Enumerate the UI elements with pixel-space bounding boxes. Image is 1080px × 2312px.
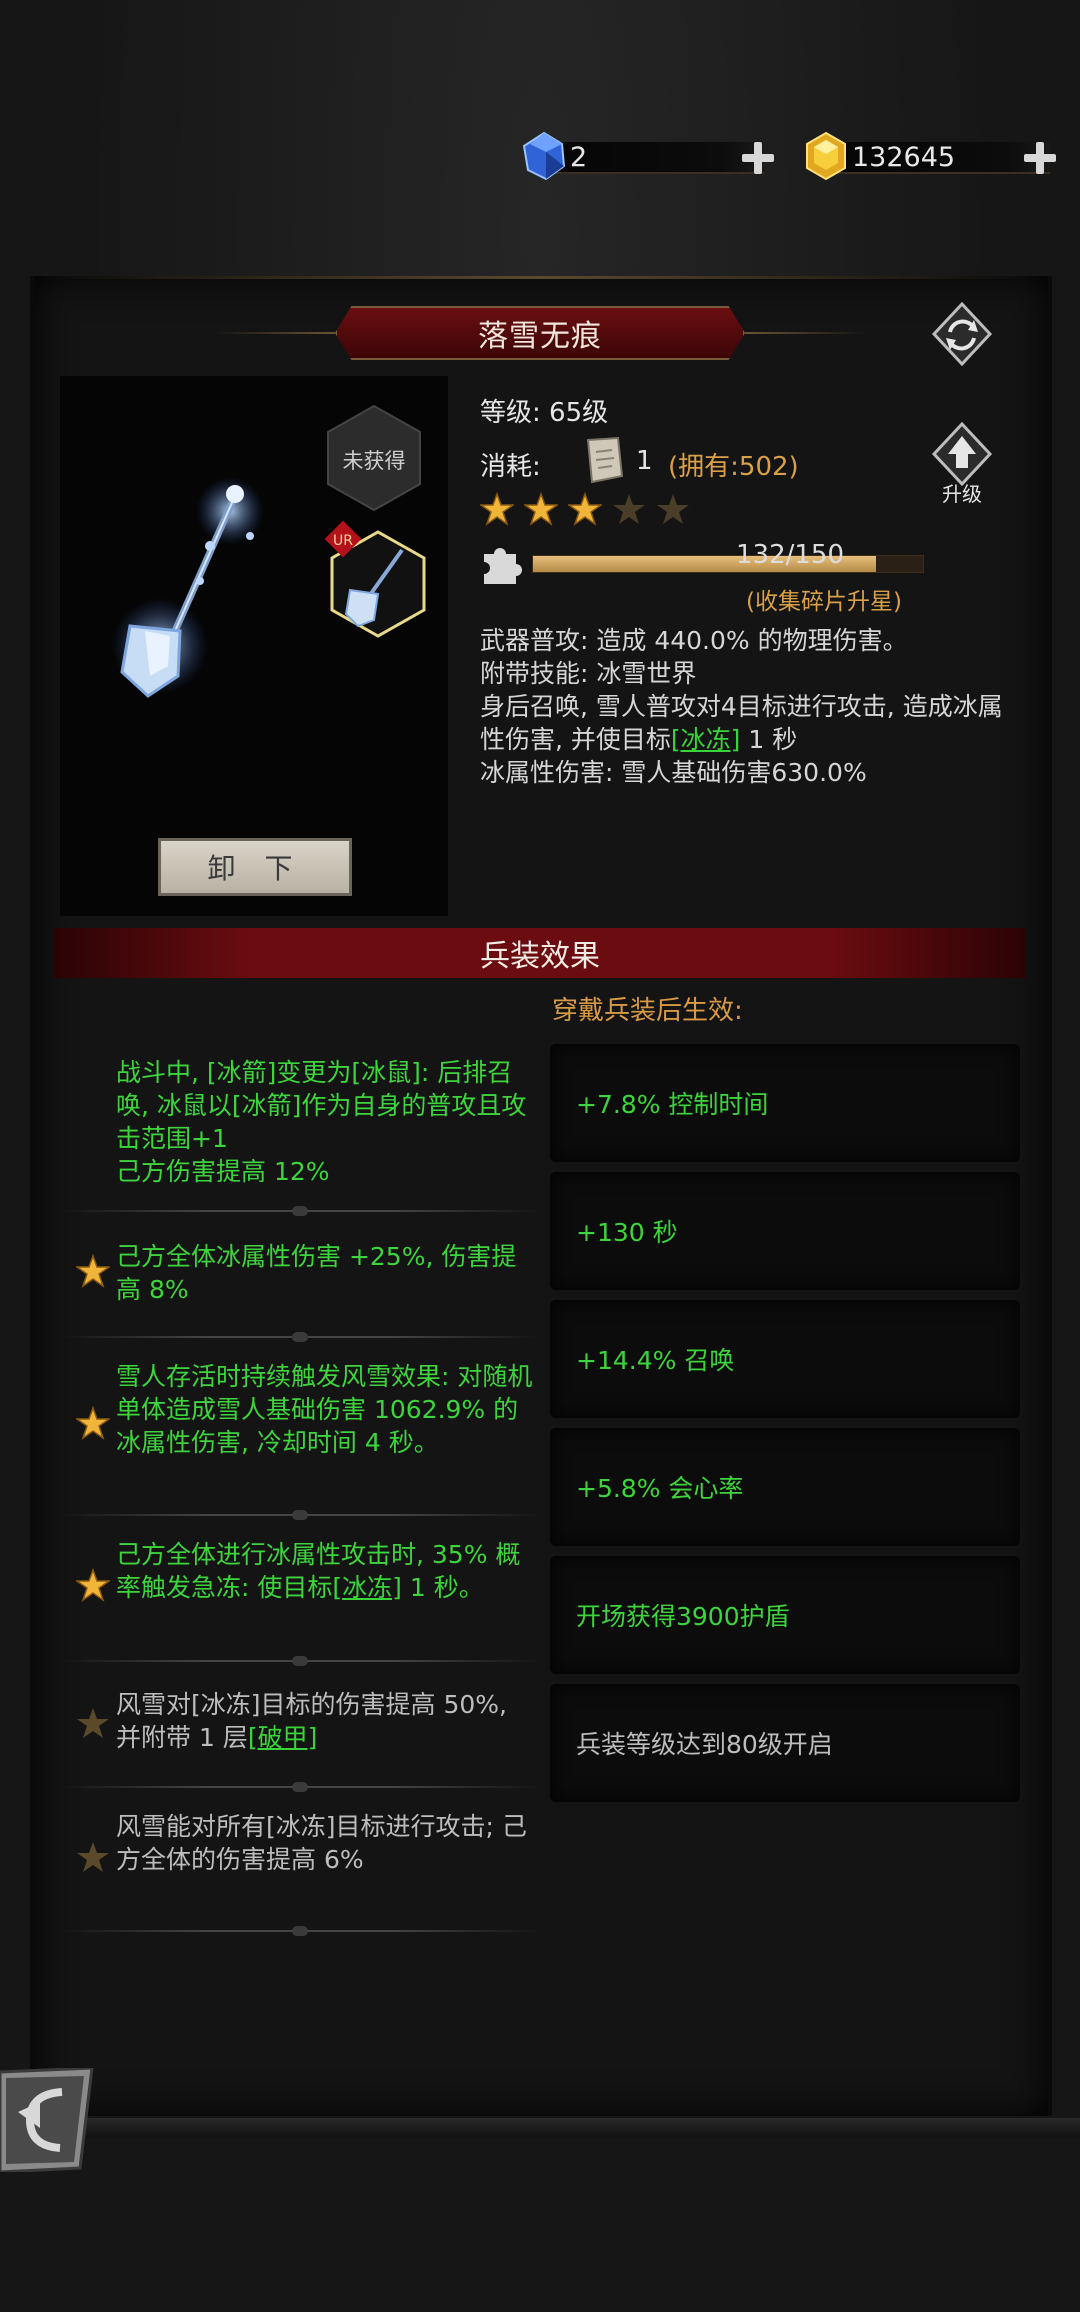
armor-break-link[interactable]: [破甲]	[248, 1723, 318, 1752]
shard-scroll-icon	[586, 436, 624, 484]
effect-text: 己方全体进行冰属性攻击时, 35% 概率触发急冻: 使目标[冰冻] 1 秒。	[116, 1538, 536, 1604]
freeze-link[interactable]: 冰冻]	[342, 1573, 402, 1602]
add-gems-button[interactable]	[740, 140, 776, 176]
section-header: 兵装效果	[54, 928, 1026, 978]
section-subheader: 穿戴兵装后生效:	[552, 996, 743, 1026]
add-coins-button[interactable]	[1022, 140, 1058, 176]
stat-box: +5.8% 会心率	[550, 1428, 1020, 1546]
stat-box: 兵装等级达到80级开启	[550, 1684, 1020, 1802]
gem-value: 2	[570, 142, 588, 173]
effect-text: 雪人存活时持续触发风雪效果: 对随机单体造成雪人基础伤害 1062.9% 的冰属…	[116, 1362, 533, 1457]
gem-currency: 2	[518, 130, 776, 186]
upgrade-arrow-icon[interactable]	[930, 422, 994, 486]
coin-value: 132645	[852, 142, 956, 173]
cost-label: 消耗:	[480, 452, 541, 482]
freeze-link[interactable]: [冰冻]	[671, 725, 741, 754]
effect-divider	[60, 1782, 540, 1792]
weapon-icon-slot[interactable]: UR	[320, 520, 430, 640]
unequip-button[interactable]: 卸 下	[158, 838, 352, 896]
effect-divider	[60, 1206, 540, 1216]
desc-skill-duration: 1 秒	[740, 725, 798, 754]
rarity-badge: UR	[333, 533, 353, 549]
effect-divider	[60, 1510, 540, 1520]
ownership-status: 未获得	[342, 449, 406, 473]
shard-progress-text: 132/150	[735, 540, 844, 570]
weapon-description: 武器普攻: 造成 440.0% 的物理伤害。 附带技能: 冰雪世界 身后召唤, …	[480, 624, 1010, 789]
effect-text: 战斗中, [冰箭]变更为[冰鼠]: 后排召唤, 冰鼠以[冰箭]作为自身的普攻且攻…	[116, 1058, 527, 1186]
swap-icon[interactable]	[930, 302, 994, 366]
empty-star-icon	[657, 494, 689, 524]
coin-currency: 132645	[800, 130, 1060, 186]
owned-count: (拥有:502)	[668, 452, 799, 482]
effect-text-part: 1 秒。	[401, 1573, 484, 1602]
gold-star-icon	[480, 492, 514, 526]
gold-star-icon	[76, 1254, 110, 1288]
stat-box: +7.8% 控制时间	[550, 1044, 1020, 1162]
stat-box: +14.4% 召唤	[550, 1300, 1020, 1418]
effect-divider	[60, 1332, 540, 1342]
desc-ice-damage: 冰属性伤害: 雪人基础伤害630.0%	[480, 758, 867, 787]
effect-text: 己方全体冰属性伤害 +25%, 伤害提高 8%	[116, 1242, 517, 1304]
desc-skill-name: 附带技能: 冰雪世界	[480, 659, 697, 688]
empty-star-icon	[613, 494, 645, 524]
shard-hint: (收集碎片升星)	[746, 589, 902, 615]
gold-crystal-icon	[806, 131, 846, 181]
title-banner: 落雪无痕	[335, 306, 745, 360]
stat-box: +130 秒	[550, 1172, 1020, 1290]
weapon-title: 落雪无痕	[478, 319, 602, 354]
effect-divider	[60, 1926, 540, 1936]
dim-star-icon	[77, 1842, 109, 1872]
panel-top-border	[40, 276, 1040, 279]
level-row: 等级: 65级	[480, 392, 608, 429]
cost-amount: 1	[636, 446, 653, 476]
effect-text: 风雪能对所有[冰冻]目标进行攻击; 己方全体的伤害提高 6%	[116, 1812, 527, 1874]
level-label: 等级:	[480, 398, 541, 428]
title-ornament-left	[215, 332, 335, 334]
title-ornament-right	[745, 332, 865, 334]
gold-star-icon	[524, 492, 558, 526]
star-rating	[480, 492, 690, 526]
gold-star-icon	[76, 1568, 110, 1602]
desc-skill-effect: 身后召唤, 雪人普攻对4目标进行攻击, 造成冰属性伤害, 并使目标[冰冻] 1 …	[480, 690, 1010, 756]
effect-text: 风雪对[冰冻]目标的伤害提高 50%, 并附带 1 层[破甲]	[116, 1688, 536, 1754]
gold-star-icon	[76, 1406, 110, 1440]
desc-attack: 武器普攻: 造成 440.0% 的物理伤害。	[480, 626, 908, 655]
upgrade-label[interactable]: 升级	[930, 478, 994, 507]
bottom-border	[0, 2118, 1080, 2138]
puzzle-piece-icon	[484, 548, 522, 584]
stat-box: 开场获得3900护盾	[550, 1556, 1020, 1674]
effect-divider	[60, 1656, 540, 1666]
gold-star-icon	[568, 492, 602, 526]
dim-star-icon	[77, 1708, 109, 1738]
blue-crystal-icon	[522, 131, 566, 181]
back-arrow-icon[interactable]	[0, 2068, 98, 2172]
level-value: 65级	[549, 398, 609, 428]
